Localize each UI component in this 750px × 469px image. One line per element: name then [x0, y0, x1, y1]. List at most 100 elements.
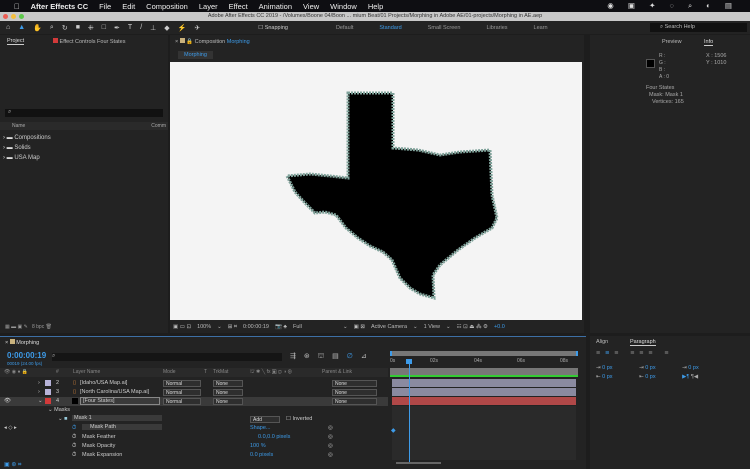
- tab-paragraph[interactable]: Paragraph: [630, 339, 656, 346]
- time-ruler[interactable]: 0s 02s 04s 06s 08s: [390, 358, 578, 366]
- menu-animation[interactable]: Animation: [259, 2, 292, 11]
- snapshot-icons[interactable]: ▣ ▭ ⊡: [173, 324, 191, 330]
- comp-canvas[interactable]: [170, 62, 582, 320]
- mode-dropdown[interactable]: Normal: [163, 398, 201, 405]
- grid-icon[interactable]: ⊞ ⌗: [228, 324, 237, 331]
- space-before[interactable]: 0 px: [688, 365, 698, 371]
- type-tool-icon[interactable]: T: [128, 24, 132, 31]
- render-icons[interactable]: ☷ ⊡ ⏏ ⁂ ⚙: [457, 324, 488, 330]
- roto-tool-icon[interactable]: ⚡: [178, 24, 187, 32]
- timeline-current-time[interactable]: 0:00:00:19: [7, 351, 46, 360]
- resolution-dropdown[interactable]: Full: [293, 324, 337, 330]
- workspace-libraries[interactable]: Libraries: [486, 25, 507, 31]
- mask-mode-dropdown[interactable]: Add: [250, 416, 280, 423]
- justify-buttons[interactable]: ≡≡≡ ≡≡≡ ≡: [596, 350, 674, 357]
- project-item-solids[interactable]: › ▬ Solids: [3, 143, 51, 153]
- current-time[interactable]: 0:00:00:19: [243, 324, 269, 330]
- project-search-input[interactable]: ⌕: [5, 109, 163, 117]
- timeline-switch-icons[interactable]: ⇶⊛⛫▤∅⊿: [290, 352, 375, 361]
- space-after[interactable]: 0 px: [645, 374, 655, 380]
- tab-timeline-morphing[interactable]: × Morphing: [5, 339, 39, 346]
- trkmat-dropdown[interactable]: None: [213, 389, 243, 396]
- tab-effect-controls[interactable]: Effect Controls Four States: [53, 38, 125, 45]
- prop-value[interactable]: 0.0,0.0 pixels: [258, 434, 290, 440]
- tab-align[interactable]: Align: [596, 339, 608, 345]
- keyframe-icon[interactable]: ◆: [391, 427, 396, 434]
- search-help-input[interactable]: ⌕ Search Help: [650, 23, 747, 32]
- app-menu[interactable]: After Effects CC: [31, 2, 89, 11]
- bpc-button[interactable]: 8 bpc: [32, 324, 44, 330]
- mask-feather-row[interactable]: ⏱ Mask Feather 0.0,0.0 pixels ◎: [0, 433, 388, 442]
- indent-first[interactable]: 0 px: [645, 365, 655, 371]
- masks-group[interactable]: ⌄ Masks: [0, 406, 388, 415]
- work-area-bar[interactable]: [390, 351, 578, 356]
- views-dropdown[interactable]: 1 View: [424, 324, 440, 330]
- layer-row-selected[interactable]: 👁 ⌄ 4 [Four States] Normal None None: [0, 397, 388, 406]
- workspace-small-screen[interactable]: Small Screen: [428, 25, 461, 31]
- hand-tool-icon[interactable]: ✋: [33, 24, 42, 32]
- menu-file[interactable]: File: [99, 2, 111, 11]
- layer-name[interactable]: [North Carolina/USA Map.ai]: [80, 389, 149, 395]
- project-item-usa-map[interactable]: › ▬ USA Map: [3, 153, 51, 163]
- anchor-tool-icon[interactable]: ⁜: [88, 24, 94, 32]
- prop-value[interactable]: 100 %: [250, 443, 266, 449]
- menu-window[interactable]: Window: [330, 2, 357, 11]
- apple-icon[interactable]: : [14, 2, 20, 11]
- indent-right[interactable]: 0 px: [602, 374, 612, 380]
- tab-composition[interactable]: × 🔒 Composition Morphing: [175, 38, 250, 45]
- inverted-checkbox[interactable]: Inverted: [292, 416, 312, 422]
- col-name[interactable]: Name: [12, 123, 25, 129]
- mask-opacity-row[interactable]: ⏱ Mask Opacity 100 % ◎: [0, 442, 388, 451]
- menu-effect[interactable]: Effect: [229, 2, 248, 11]
- zoom-window-button[interactable]: [19, 14, 24, 19]
- header-layer-name[interactable]: Layer Name: [73, 369, 100, 375]
- layer-row[interactable]: › 2 ▯ [Idaho/USA Map.ai] Normal None Non…: [0, 379, 388, 388]
- parent-dropdown[interactable]: None: [332, 380, 377, 387]
- camera-icon[interactable]: 📷 ♣: [275, 324, 287, 330]
- menu-edit[interactable]: Edit: [122, 2, 135, 11]
- layer-bar-north-carolina[interactable]: [392, 388, 576, 396]
- brush-tool-icon[interactable]: /: [140, 24, 142, 31]
- trkmat-dropdown[interactable]: None: [213, 380, 243, 387]
- layer-bar-idaho[interactable]: [392, 379, 576, 387]
- rectangle-tool-icon[interactable]: □: [102, 24, 106, 31]
- parent-dropdown[interactable]: None: [332, 389, 377, 396]
- col-comment[interactable]: Comm: [151, 122, 166, 130]
- workspace-default[interactable]: Default: [336, 25, 353, 31]
- mode-dropdown[interactable]: Normal: [163, 380, 201, 387]
- home-icon[interactable]: ⌂: [6, 24, 10, 31]
- timeline-search-input[interactable]: ⌕: [52, 353, 282, 361]
- clone-tool-icon[interactable]: ⊥: [150, 24, 156, 32]
- roi-icon[interactable]: ▣ ⊠: [354, 324, 365, 330]
- mask-path-row[interactable]: ◂ ◇ ▸ ⏱ Mask Path Shape... ◎: [0, 424, 388, 433]
- layer-row[interactable]: › 3 ▯ [North Carolina/USA Map.ai] Normal…: [0, 388, 388, 397]
- mode-dropdown[interactable]: Normal: [163, 389, 201, 396]
- workspace-learn[interactable]: Learn: [534, 25, 548, 31]
- camera-dropdown[interactable]: Active Camera: [371, 324, 407, 330]
- tab-project[interactable]: Project: [7, 38, 25, 45]
- prop-value[interactable]: Shape...: [250, 425, 271, 431]
- indent-left[interactable]: 0 px: [602, 365, 612, 371]
- mask-name[interactable]: Mask 1: [72, 415, 162, 421]
- layer-name[interactable]: [Idaho/USA Map.ai]: [80, 380, 127, 386]
- texas-mask-shape[interactable]: [170, 62, 582, 320]
- exposure-value[interactable]: +0.0: [494, 324, 505, 330]
- trkmat-dropdown[interactable]: None: [213, 398, 243, 405]
- close-window-button[interactable]: [3, 14, 8, 19]
- eraser-tool-icon[interactable]: ◆: [164, 24, 169, 32]
- project-item-compositions[interactable]: › ▬ Compositions: [3, 133, 51, 143]
- menu-view[interactable]: View: [303, 2, 319, 11]
- zoom-slider[interactable]: [396, 462, 441, 464]
- minimize-window-button[interactable]: [11, 14, 16, 19]
- menu-layer[interactable]: Layer: [199, 2, 218, 11]
- snapping-checkbox[interactable]: ☐ Snapping: [258, 25, 288, 31]
- tab-info[interactable]: Info: [704, 39, 714, 46]
- parent-dropdown[interactable]: None: [332, 398, 377, 405]
- rotate-tool-icon[interactable]: ↻: [62, 24, 68, 32]
- workspace-standard[interactable]: Standard: [379, 25, 401, 31]
- timeline-footer-icons[interactable]: ▣ ⊛ ⌗: [4, 461, 21, 469]
- menu-help[interactable]: Help: [368, 2, 383, 11]
- tab-preview[interactable]: Preview: [662, 39, 682, 45]
- pen-tool-icon[interactable]: ✒: [114, 24, 120, 32]
- direction-buttons[interactable]: ▶¶ ¶◀: [682, 374, 698, 380]
